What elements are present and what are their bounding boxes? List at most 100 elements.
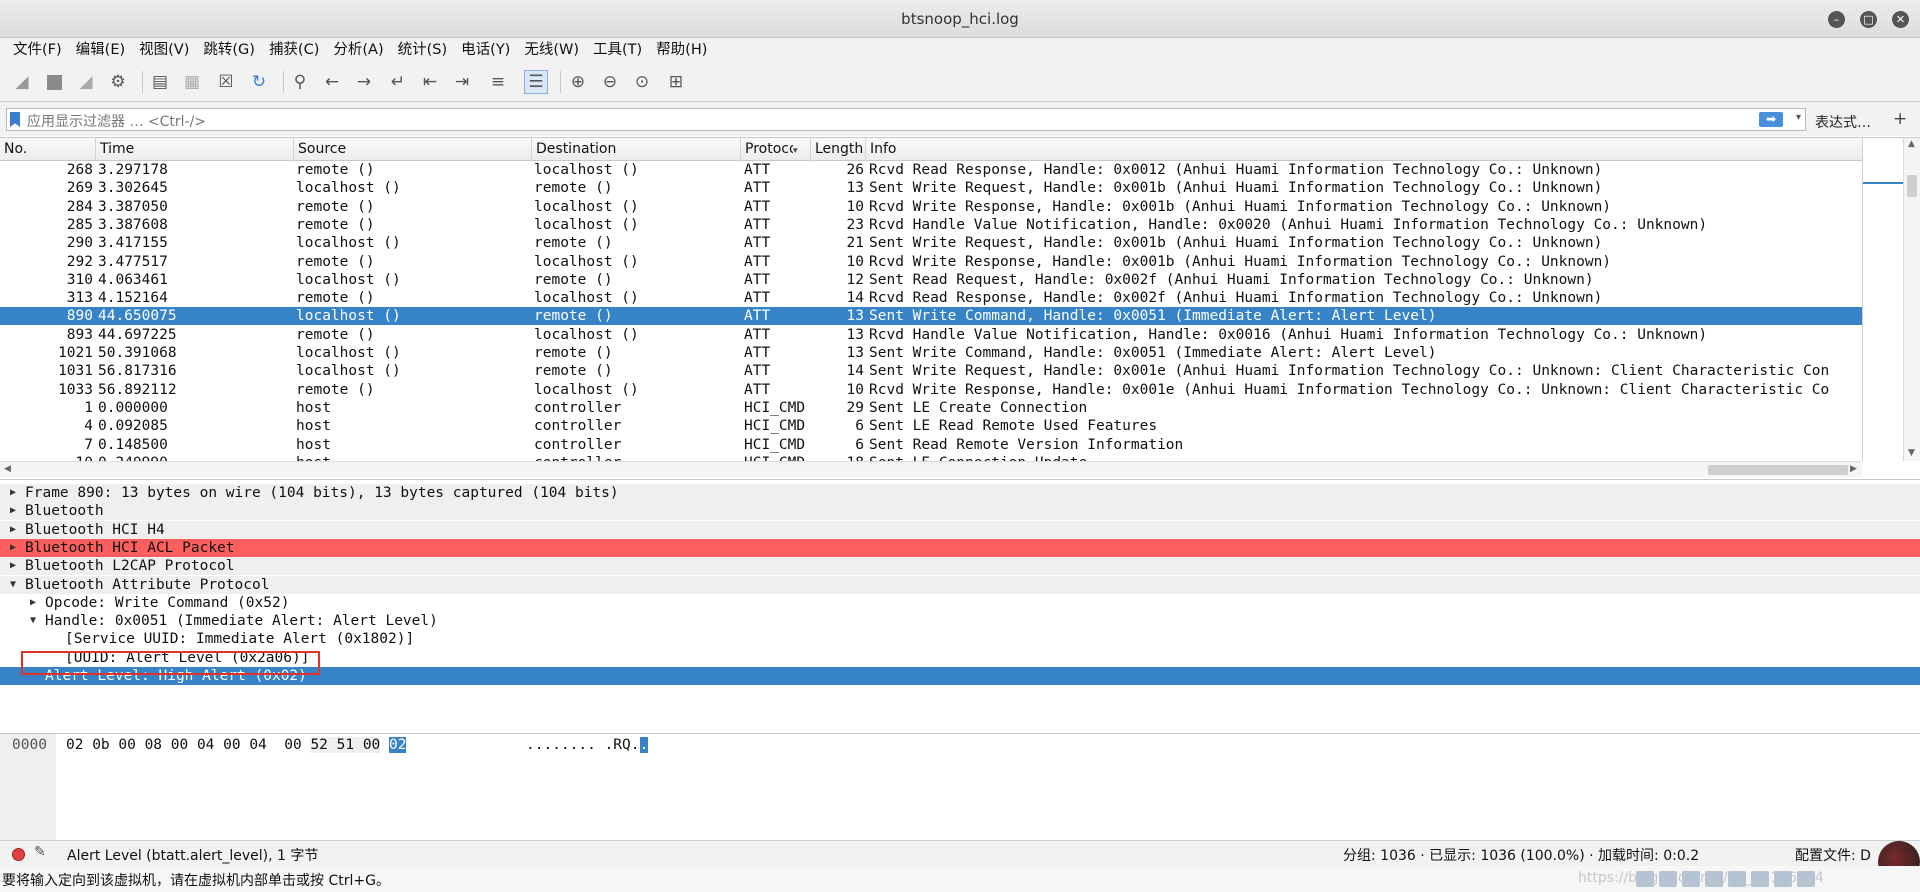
collapsed-arrow-icon[interactable]: ▶: [10, 521, 22, 539]
menu-help[interactable]: 帮助(H): [649, 38, 714, 62]
vm-network-icon[interactable]: [1636, 871, 1654, 887]
tree-item[interactable]: ▼ Handle: 0x0051 (Immediate Alert: Alert …: [0, 612, 1920, 630]
menu-go[interactable]: 跳转(G): [196, 38, 262, 62]
go-back-icon[interactable]: ←: [320, 70, 344, 94]
table-row[interactable]: 268 3.297178 remote () localhost () ATT 26 Rcv…: [0, 161, 1862, 179]
table-row[interactable]: 284 3.387050 remote () localhost () ATT 10 Rcv…: [0, 198, 1862, 216]
menu-tools[interactable]: 工具(T): [586, 38, 649, 62]
reload-file-icon[interactable]: ↻: [247, 70, 271, 94]
menu-wireless[interactable]: 无线(W): [517, 38, 586, 62]
edit-comment-icon[interactable]: ✎: [34, 844, 46, 860]
table-row[interactable]: 1021 50.391068 localhost () remote () ATT 13 S…: [0, 344, 1862, 362]
collapsed-arrow-icon[interactable]: ▶: [30, 594, 42, 612]
last-packet-icon[interactable]: ⇥: [450, 70, 474, 94]
scroll-right-icon[interactable]: ▶: [1850, 464, 1857, 474]
vm-printer-icon[interactable]: [1705, 871, 1723, 887]
table-row-selected[interactable]: 890 44.650075 localhost () remote () ATT 13 Se…: [0, 307, 1862, 326]
filter-dropdown-icon[interactable]: ▾: [1796, 112, 1801, 123]
vm-cdrom-icon[interactable]: [1659, 871, 1677, 887]
expression-button[interactable]: 表达式…: [1815, 112, 1871, 132]
table-row[interactable]: 7 0.148500 host controller HCI_CMD 6 Sent Read…: [0, 436, 1862, 454]
table-row[interactable]: 1033 56.892112 remote () localhost () ATT 10 R…: [0, 381, 1862, 399]
close-icon[interactable]: ✕: [1892, 11, 1909, 28]
status-profile[interactable]: 配置文件: D: [1795, 845, 1871, 865]
table-row[interactable]: 269 3.302645 localhost () remote () ATT 13 Sen…: [0, 179, 1862, 197]
normal-size-icon[interactable]: ⊙: [630, 70, 654, 94]
bytes-ascii[interactable]: ........ .RQ..: [526, 736, 649, 754]
collapsed-arrow-icon[interactable]: ▶: [10, 502, 22, 520]
packet-list-horizontal-scrollbar[interactable]: ◀ ▶: [0, 461, 1862, 477]
tree-item[interactable]: ▶ Bluetooth L2CAP Protocol: [0, 557, 1920, 576]
collapsed-arrow-icon[interactable]: ▶: [10, 539, 22, 557]
zoom-in-icon[interactable]: ⊕: [566, 70, 590, 94]
column-header-source[interactable]: Source: [294, 138, 532, 161]
tree-item[interactable]: ▶ Opcode: Write Command (0x52): [0, 594, 1920, 612]
expanded-arrow-icon[interactable]: ▼: [30, 612, 42, 630]
scroll-down-icon[interactable]: ▼: [1908, 448, 1915, 458]
close-file-icon[interactable]: ☒: [214, 70, 238, 94]
open-file-icon[interactable]: ▤: [148, 70, 172, 94]
go-forward-icon[interactable]: →: [352, 70, 376, 94]
menu-telephony[interactable]: 电话(Y): [454, 38, 517, 62]
tree-item[interactable]: ▼ Bluetooth Attribute Protocol: [0, 575, 1920, 594]
minimize-icon[interactable]: –: [1828, 11, 1845, 28]
column-header-no[interactable]: No.: [0, 138, 96, 161]
menu-file[interactable]: 文件(F): [6, 38, 69, 62]
vm-display-icon[interactable]: [1682, 871, 1700, 887]
menu-view[interactable]: 视图(V): [132, 38, 196, 62]
display-filter-input[interactable]: 应用显示过滤器 … <Ctrl-/> ➡ ▾: [6, 108, 1806, 131]
resize-columns-icon[interactable]: ⊞: [664, 70, 688, 94]
restart-capture-icon[interactable]: ◢: [74, 70, 98, 94]
find-packet-icon[interactable]: ⚲: [288, 70, 312, 94]
add-filter-button[interactable]: +: [1893, 109, 1907, 129]
column-header-length[interactable]: Length: [811, 138, 866, 161]
tree-item[interactable]: ▶ Frame 890: 13 bytes on wire (104 bits),…: [0, 484, 1920, 502]
menu-analyze[interactable]: 分析(A): [326, 38, 390, 62]
column-header-info[interactable]: Info: [866, 138, 1862, 161]
table-row[interactable]: 10 0.240990 hostcontroller HCI_CMD18 Sent LE…: [0, 454, 1862, 461]
column-header-protocol[interactable]: Protocol▾: [741, 138, 811, 161]
column-header-destination[interactable]: Destination: [532, 138, 741, 161]
filter-bookmark-icon[interactable]: [10, 112, 20, 127]
zoom-out-icon[interactable]: ⊖: [598, 70, 622, 94]
scroll-left-icon[interactable]: ◀: [4, 464, 11, 474]
collapsed-arrow-icon[interactable]: ▶: [10, 557, 22, 575]
tree-item[interactable]: [Service UUID: Immediate Alert (0x1802)]: [0, 630, 1920, 648]
menu-statistics[interactable]: 统计(S): [391, 38, 455, 62]
go-to-packet-icon[interactable]: ↵: [386, 70, 410, 94]
auto-scroll-icon[interactable]: ≡: [486, 70, 510, 94]
packet-minimap[interactable]: [1862, 138, 1904, 461]
table-row[interactable]: 285 3.387608 remote () localhost () ATT 23 Rcv…: [0, 216, 1862, 234]
table-row[interactable]: 893 44.697225 remote () localhost () ATT 13 Rc…: [0, 326, 1862, 344]
column-header-time[interactable]: Time: [96, 138, 294, 161]
vm-usb-icon[interactable]: [1774, 871, 1792, 887]
table-row[interactable]: 1031 56.817316 localhost () remote () ATT 14 S…: [0, 362, 1862, 380]
tree-item[interactable]: ▶ Bluetooth HCI H4: [0, 520, 1920, 539]
table-row[interactable]: 313 4.152164 remote () localhost () ATT 14 Rcv…: [0, 289, 1862, 307]
apply-filter-arrow-icon[interactable]: ➡: [1759, 112, 1783, 127]
table-row[interactable]: 310 4.063461 localhost () remote () ATT 12 Sen…: [0, 271, 1862, 289]
horizontal-scroll-thumb[interactable]: [1708, 465, 1848, 475]
maximize-icon[interactable]: □: [1860, 11, 1877, 28]
table-row[interactable]: 1 0.000000 host controller HCI_CMD 29 Sent LE …: [0, 399, 1862, 417]
tree-item[interactable]: ▶ Bluetooth HCI ACL Packet: [0, 538, 1920, 557]
tree-item[interactable]: ▶ Bluetooth: [0, 502, 1920, 521]
expert-info-icon[interactable]: [12, 848, 25, 861]
bytes-hex[interactable]: 02 0b 00 08 00 04 00 04 00 52 51 00 02: [66, 736, 407, 754]
stop-capture-icon[interactable]: [42, 70, 66, 94]
table-row[interactable]: 4 0.092085 host controller HCI_CMD 6 Sent LE R…: [0, 417, 1862, 435]
shark-fin-start-icon[interactable]: ◢: [10, 70, 34, 94]
packet-list-vertical-scrollbar[interactable]: ▲ ▼: [1903, 138, 1920, 461]
capture-options-gear-icon[interactable]: ⚙: [106, 70, 130, 94]
vm-sound-icon[interactable]: [1751, 871, 1769, 887]
vm-disk-icon[interactable]: [1728, 871, 1746, 887]
table-row[interactable]: 292 3.477517 remote () localhost () ATT 10 Rcv…: [0, 253, 1862, 271]
colorize-icon[interactable]: ☰: [524, 70, 548, 94]
table-row[interactable]: 290 3.417155 localhost () remote () ATT 21 Sen…: [0, 234, 1862, 252]
vertical-scroll-thumb[interactable]: [1907, 175, 1917, 197]
scroll-up-icon[interactable]: ▲: [1908, 139, 1915, 149]
first-packet-icon[interactable]: ⇤: [418, 70, 442, 94]
collapsed-arrow-icon[interactable]: ▶: [10, 484, 22, 502]
menu-edit[interactable]: 编辑(E): [69, 38, 132, 62]
expanded-arrow-icon[interactable]: ▼: [10, 576, 22, 594]
